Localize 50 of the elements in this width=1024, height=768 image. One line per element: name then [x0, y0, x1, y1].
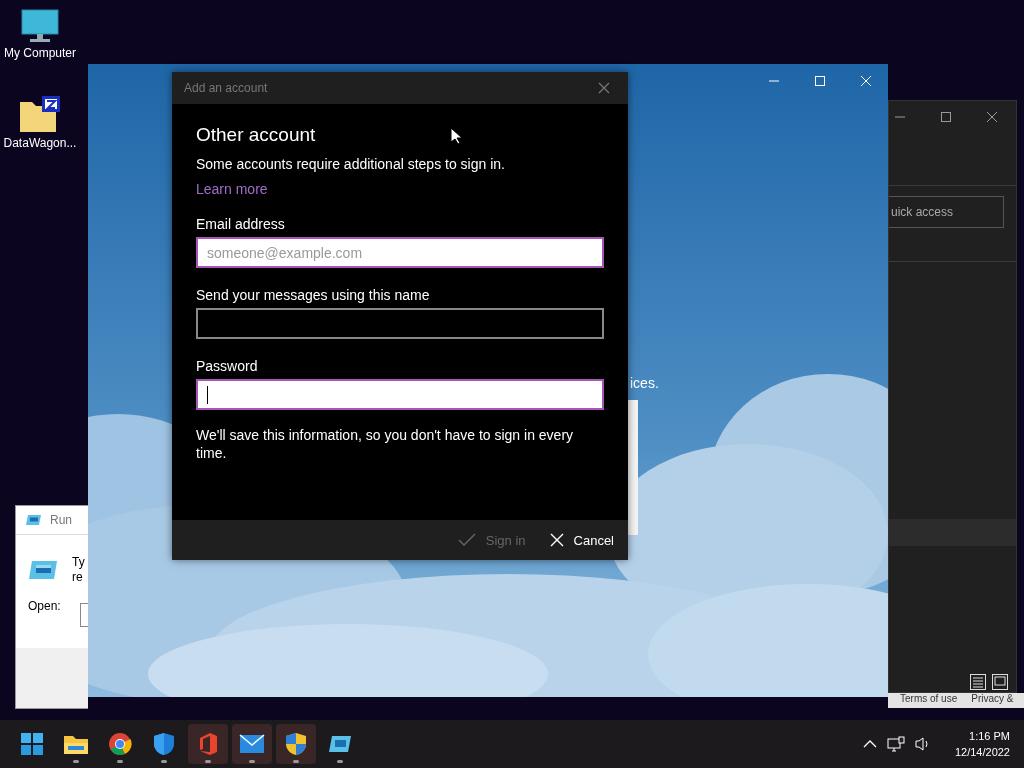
description-text: re	[72, 570, 84, 585]
thumbnail-view-icon[interactable]	[992, 674, 1008, 690]
open-field[interactable]	[80, 603, 88, 627]
run-icon	[328, 735, 352, 753]
button-bar	[16, 648, 88, 708]
office-icon	[198, 732, 218, 756]
body-text: ices.	[630, 375, 659, 391]
taskbar-button[interactable]	[232, 724, 272, 764]
taskbar-button[interactable]	[276, 724, 316, 764]
check-icon	[457, 533, 476, 547]
clock-date[interactable]: 12/14/2022	[954, 744, 1010, 760]
mail-icon	[239, 734, 265, 754]
zip-folder-icon[interactable]	[18, 94, 62, 134]
cursor-icon	[450, 127, 462, 145]
dialog-title: Add an account	[184, 81, 268, 95]
desktop-icon-label[interactable]: DataWagon...	[3, 136, 77, 150]
maximize-icon[interactable]	[940, 111, 952, 123]
shield-icon	[153, 732, 175, 756]
field-label: Email address	[196, 216, 286, 232]
search-field[interactable]: uick access	[889, 196, 1004, 228]
footer-link[interactable]: Privacy &	[971, 693, 1014, 708]
start-icon	[21, 733, 43, 755]
close-icon[interactable]	[986, 111, 998, 123]
computer-icon[interactable]	[20, 8, 60, 44]
clock-time[interactable]: 1:16 PM	[969, 728, 1010, 744]
input-field[interactable]	[196, 379, 604, 410]
details-view-icon[interactable]	[970, 674, 986, 690]
footer-link[interactable]: Terms of use	[900, 693, 958, 708]
intro-text: Some accounts require additional steps to sign in.	[196, 156, 506, 172]
folder-icon	[63, 733, 89, 755]
description-text: Ty	[72, 555, 85, 570]
chevron-up-icon[interactable]	[862, 739, 877, 749]
input-field[interactable]	[196, 308, 604, 339]
window-title: Run	[50, 513, 72, 527]
run-icon	[26, 514, 42, 526]
volume-icon[interactable]	[914, 736, 931, 752]
field-label: Password	[196, 358, 259, 374]
shield-icon	[285, 732, 307, 756]
network-icon[interactable]	[886, 736, 905, 752]
desktop-icon-label[interactable]: My Computer	[4, 46, 76, 60]
learn-more-link[interactable]: Learn more	[196, 181, 268, 197]
dialog-heading: Other account	[196, 124, 316, 146]
close-icon[interactable]	[598, 82, 610, 94]
run-icon	[28, 560, 58, 580]
close-icon	[549, 533, 564, 547]
field-label: Send your messages using this name	[196, 287, 431, 303]
cancel-button[interactable]: Cancel	[547, 528, 616, 552]
info-text: We'll save this information, so you don't have to sign in every time.	[196, 426, 575, 462]
open-label: Open:	[28, 599, 61, 613]
browser-icon	[108, 732, 132, 756]
